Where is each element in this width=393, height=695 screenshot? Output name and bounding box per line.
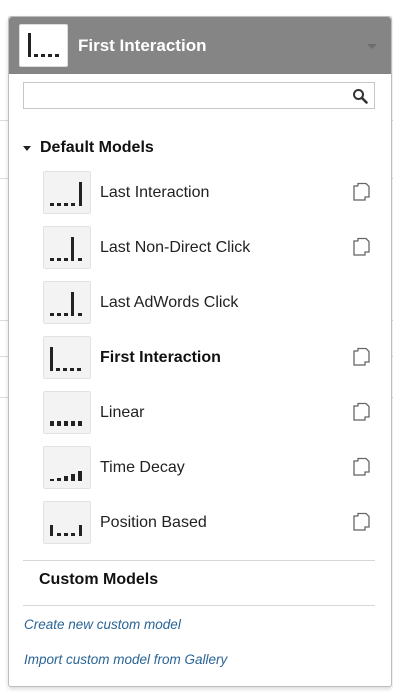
model-label: Last Interaction (100, 183, 210, 201)
attribution-model-dropdown: First Interaction Default Models Last In… (8, 16, 392, 687)
model-label: Last Non-Direct Click (100, 238, 251, 256)
model-label: Last AdWords Click (100, 293, 239, 311)
chevron-down-icon[interactable] (367, 44, 377, 49)
default-models-header[interactable]: Default Models (9, 133, 391, 163)
linear-icon (43, 391, 91, 434)
model-label: First Interaction (100, 348, 221, 366)
model-item-first-interaction[interactable]: First Interaction (9, 330, 391, 385)
search-icon[interactable] (352, 88, 368, 104)
time-decay-icon (43, 446, 91, 489)
first-interaction-icon (43, 336, 91, 379)
dropdown-header[interactable]: First Interaction (9, 17, 391, 74)
last-adwords-click-icon (43, 281, 91, 324)
selected-model-title: First Interaction (78, 35, 207, 55)
section-divider (23, 605, 375, 606)
copy-icon[interactable] (353, 402, 371, 422)
model-item-last-non-direct-click[interactable]: Last Non-Direct Click (9, 220, 391, 275)
default-models-title: Default Models (40, 139, 154, 156)
default-models-list: Last Interaction Last Non-Direct Click L… (9, 165, 391, 550)
search-input[interactable] (24, 83, 374, 108)
first-interaction-icon (19, 24, 68, 67)
custom-models-title: Custom Models (39, 571, 159, 588)
model-item-last-interaction[interactable]: Last Interaction (9, 165, 391, 220)
import-custom-model-link[interactable]: Import custom model from Gallery (24, 652, 391, 667)
model-item-linear[interactable]: Linear (9, 385, 391, 440)
copy-icon[interactable] (353, 182, 371, 202)
position-based-icon (43, 501, 91, 544)
copy-icon[interactable] (353, 237, 371, 257)
model-label: Position Based (100, 513, 207, 531)
create-custom-model-link[interactable]: Create new custom model (24, 617, 391, 632)
copy-icon[interactable] (353, 347, 371, 367)
model-item-position-based[interactable]: Position Based (9, 495, 391, 550)
triangle-down-icon (23, 145, 31, 151)
copy-icon[interactable] (353, 512, 371, 532)
model-label: Time Decay (100, 458, 185, 476)
last-non-direct-click-icon (43, 226, 91, 269)
model-item-time-decay[interactable]: Time Decay (9, 440, 391, 495)
section-divider (23, 560, 375, 561)
search-box (23, 82, 375, 109)
copy-icon[interactable] (353, 457, 371, 477)
last-interaction-icon (43, 171, 91, 214)
model-item-last-adwords-click[interactable]: Last AdWords Click (9, 275, 391, 330)
model-label: Linear (100, 403, 145, 421)
